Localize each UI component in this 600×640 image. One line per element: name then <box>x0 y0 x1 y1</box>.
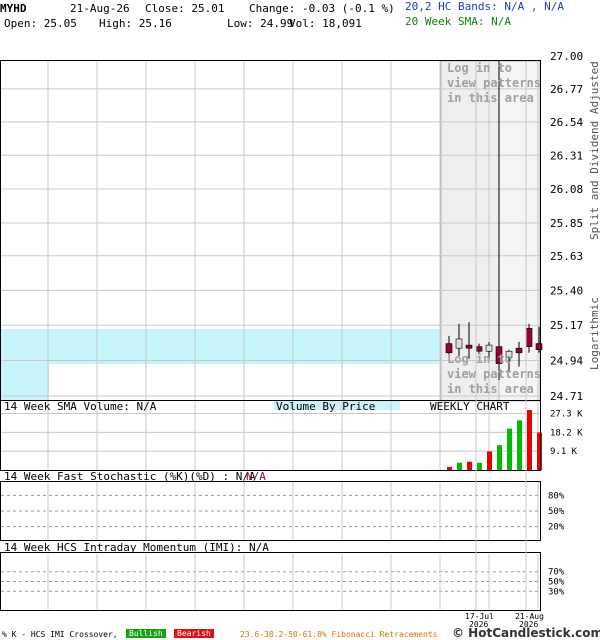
percent-tick-label: 30% <box>548 587 565 597</box>
imi-grid <box>1 554 540 609</box>
watermark-line1-top: Log in to <box>447 61 512 75</box>
price-axis-labels: 27.00 26.77 26.54 26.31 26.08 25.85 25.63 25.40… <box>550 50 583 403</box>
volume-tick-label: 18.2 K <box>550 428 583 438</box>
volume-bar <box>457 462 462 470</box>
candle-body <box>465 344 473 349</box>
percent-tick-label: 80% <box>548 491 565 501</box>
stochastic-na: N/A <box>246 470 266 483</box>
volume-by-price-label: Volume By Price <box>276 400 376 413</box>
side-label-adjusted: Split and Dividend Adjusted <box>588 61 600 240</box>
candle-body <box>515 347 523 354</box>
watermark-line3-top: in this area <box>447 91 534 105</box>
volume-bar <box>507 428 512 470</box>
imi-panel-title: 14 Week HCS Intraday Momentum (IMI): N/A <box>4 541 269 554</box>
watermark-line2-bottom: view patterns <box>447 367 541 381</box>
stochastic-panel-title: 14 Week Fast Stochastic (%K)(%D) : N/A <box>4 470 256 483</box>
price-tick-label: 26.77 <box>550 83 583 96</box>
price-tick-label: 26.31 <box>550 149 583 162</box>
price-tick-label: 24.94 <box>550 354 583 367</box>
stochastic-grid <box>1 482 540 540</box>
volume-bar <box>447 466 452 470</box>
price-tick-label: 27.00 <box>550 50 583 63</box>
brand-logo[interactable]: © HotCandlestick.com <box>452 626 600 640</box>
volume-bar <box>477 462 482 470</box>
volume-panel-title: 14 Week SMA Volume: N/A <box>4 400 157 413</box>
volume-by-price-bar <box>1 364 49 401</box>
candle-body <box>535 343 543 351</box>
candle-body <box>525 327 533 347</box>
price-tick-label: 25.17 <box>550 319 583 332</box>
price-tick-label: 26.54 <box>550 116 583 129</box>
imi-axis-labels: 70%50%30% <box>548 568 565 598</box>
percent-tick-label: 20% <box>548 523 565 533</box>
volume-bars <box>447 410 542 470</box>
volume-bar <box>497 445 502 470</box>
bullish-badge: Bullish <box>126 629 166 638</box>
weekly-chart-label: WEEKLY CHART <box>430 400 510 413</box>
bearish-badge: Bearish <box>174 629 214 638</box>
crossover-legend: % K - HCS IMI Crossover, <box>2 630 118 639</box>
volume-bar <box>537 432 542 470</box>
percent-tick-label: 50% <box>548 578 565 588</box>
percent-tick-label: 70% <box>548 568 565 578</box>
percent-tick-label: 50% <box>548 507 565 517</box>
candle-body <box>455 338 463 349</box>
candle-body <box>485 344 493 352</box>
volume-tick-label: 9.1 K <box>550 447 578 457</box>
price-tick-label: 25.40 <box>550 284 583 297</box>
price-tick-label: 25.63 <box>550 250 583 263</box>
volume-axis-labels: 27.3 K 18.2 K 9.1 K <box>550 410 583 458</box>
volume-tick-label: 27.3 K <box>550 410 583 420</box>
watermark-line2-top: view patterns <box>447 76 541 90</box>
side-label-logarithmic: Logarithmic <box>588 297 600 370</box>
price-tick-label: 25.85 <box>550 217 583 230</box>
price-tick-label: 24.71 <box>550 390 583 403</box>
candle-body <box>475 346 483 352</box>
fibonacci-legend: 23.6-38.2-50-61.8% Fibonacci Retracement… <box>240 630 438 639</box>
stochastic-axis-labels: 80% 50% 20% <box>548 491 565 532</box>
watermark-line3-bottom: in this area <box>447 382 534 396</box>
price-tick-label: 26.08 <box>550 183 583 196</box>
volume-bar <box>527 410 532 470</box>
watermark-line1-bottom: Log in to <box>447 352 512 366</box>
volume-bar <box>467 461 472 470</box>
volume-bar <box>487 451 492 470</box>
volume-bar <box>517 420 522 470</box>
